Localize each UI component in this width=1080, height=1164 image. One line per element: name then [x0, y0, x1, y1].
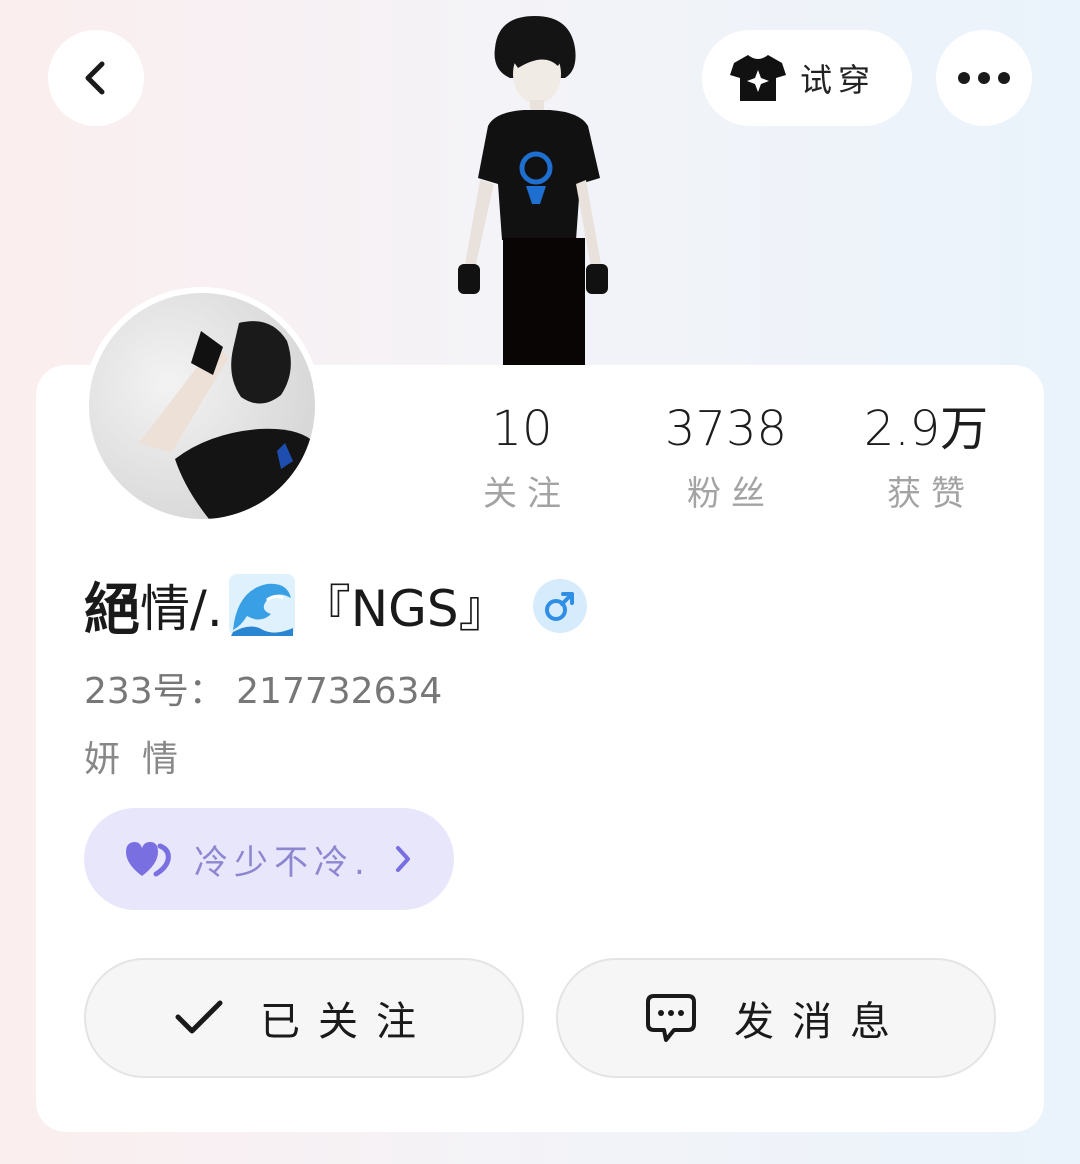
- chevron-left-icon: [85, 61, 105, 95]
- stat-likes[interactable]: 2.9万 获赞: [826, 398, 1026, 515]
- following-button-label: 已关注: [260, 999, 434, 1045]
- fans-count: 3738: [664, 401, 788, 457]
- nickname-part-3: 『NGS』: [300, 580, 509, 638]
- following-count: 10: [491, 401, 553, 457]
- checkmark-icon: [175, 1000, 223, 1034]
- nickname-part-1: 絕: [84, 577, 140, 643]
- back-button[interactable]: [48, 30, 144, 126]
- stat-fans[interactable]: 3738 粉丝: [626, 398, 826, 515]
- chevron-right-icon: [395, 846, 410, 872]
- send-message-button[interactable]: 发消息: [556, 958, 996, 1078]
- tshirt-star-icon: [729, 55, 786, 101]
- likes-label: 获赞: [887, 474, 975, 514]
- bio: 妍情: [84, 739, 201, 780]
- avatar[interactable]: [83, 287, 321, 525]
- chat-bubble-icon: [646, 994, 696, 1042]
- wave-emoji-icon: [228, 574, 295, 636]
- send-message-label: 发消息: [734, 999, 908, 1045]
- likes-count: 2.9万: [863, 401, 989, 457]
- more-button[interactable]: [936, 30, 1032, 126]
- try-on-button[interactable]: 试穿: [702, 30, 912, 126]
- following-label: 关注: [483, 474, 571, 514]
- nickname-part-2: 情/.: [140, 580, 223, 638]
- fans-label: 粉丝: [687, 474, 775, 514]
- try-on-label: 试穿: [799, 61, 876, 99]
- stat-following[interactable]: 10 关注: [422, 398, 622, 515]
- male-icon: [545, 592, 574, 621]
- nickname: 絕 情/. 『NGS』: [84, 570, 509, 643]
- more-dots-icon: [958, 72, 1010, 84]
- avatar-3d-figure[interactable]: [440, 8, 630, 368]
- cp-name: 冷少不冷.: [194, 842, 371, 883]
- gender-badge: [533, 579, 587, 633]
- user-id: 233号： 217732634: [84, 671, 443, 712]
- following-button[interactable]: 已关注: [84, 958, 524, 1078]
- cp-relation-pill[interactable]: 冷少不冷.: [84, 808, 454, 910]
- purple-heart-icon: [126, 842, 171, 877]
